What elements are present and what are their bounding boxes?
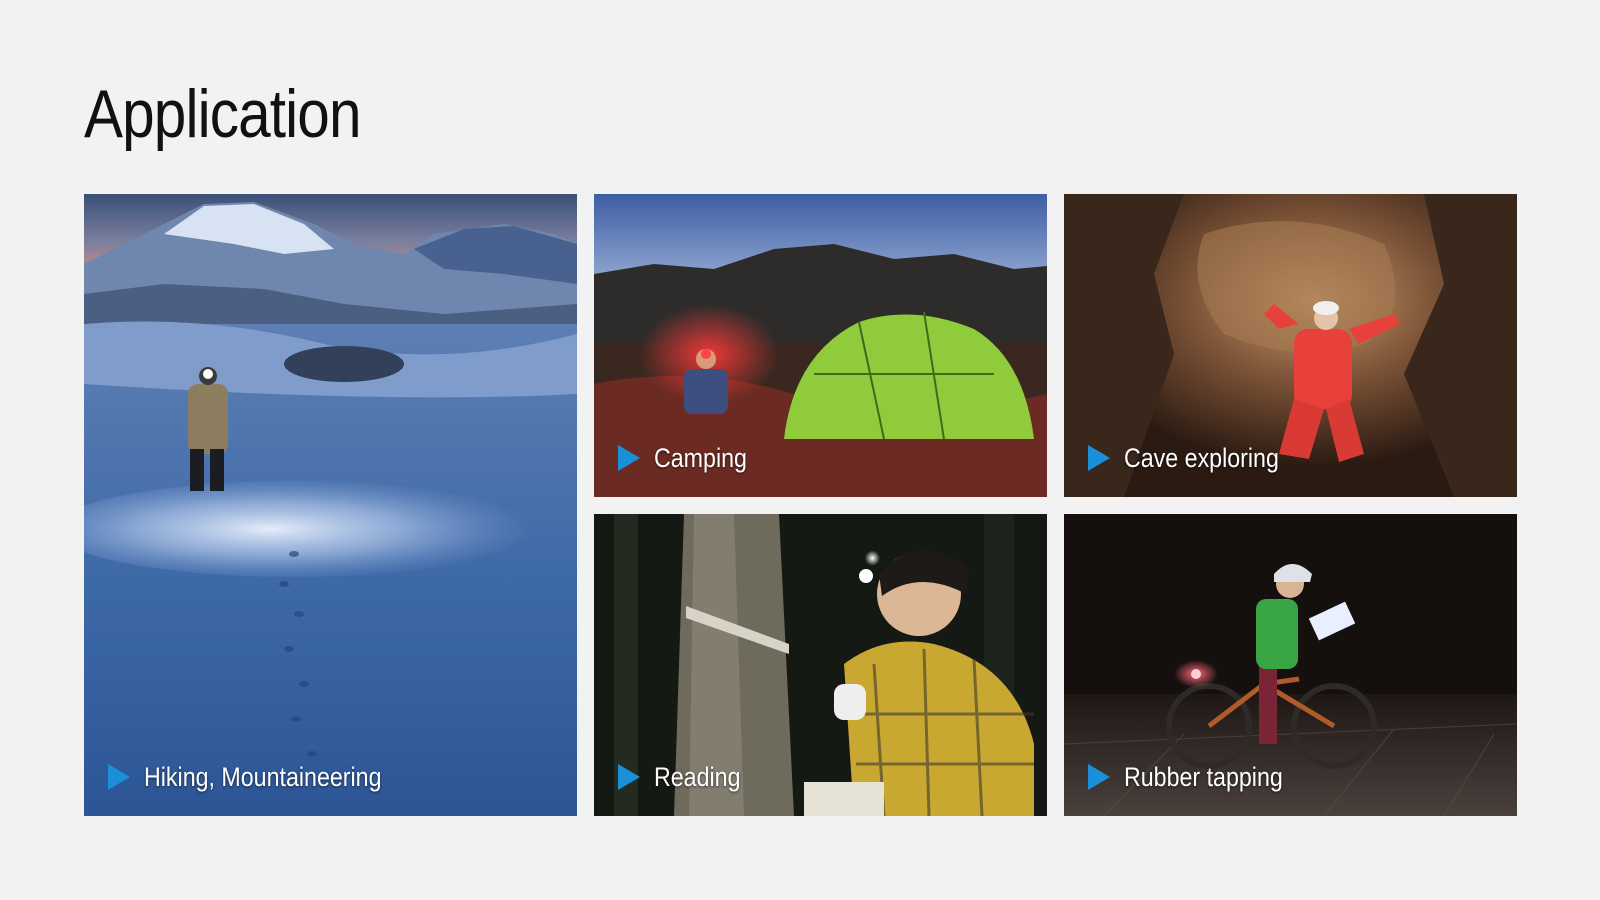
- tile-cave-exploring[interactable]: Cave exploring: [1064, 194, 1517, 497]
- tile-label: Reading: [654, 762, 741, 792]
- play-triangle-icon: [1088, 764, 1110, 790]
- play-triangle-icon: [618, 445, 640, 471]
- tile-reading[interactable]: Reading: [594, 514, 1047, 816]
- tile-caption: Cave exploring: [1088, 441, 1304, 475]
- play-triangle-icon: [618, 764, 640, 790]
- hiking-photo: [84, 194, 577, 816]
- tile-caption: Hiking, Mountaineering: [108, 760, 420, 794]
- play-triangle-icon: [1088, 445, 1110, 471]
- tile-caption: Camping: [618, 441, 762, 475]
- tile-label: Camping: [654, 443, 747, 473]
- play-triangle-icon: [108, 764, 130, 790]
- tile-label: Hiking, Mountaineering: [144, 762, 382, 792]
- tile-hiking-mountaineering[interactable]: Hiking, Mountaineering: [84, 194, 577, 816]
- tile-label: Cave exploring: [1124, 443, 1279, 473]
- page-title: Application: [84, 76, 361, 152]
- tile-camping[interactable]: Camping: [594, 194, 1047, 497]
- tile-caption: Reading: [618, 760, 755, 794]
- tile-caption: Rubber tapping: [1088, 760, 1309, 794]
- tile-label: Rubber tapping: [1124, 762, 1283, 792]
- tile-rubber-tapping[interactable]: Rubber tapping: [1064, 514, 1517, 816]
